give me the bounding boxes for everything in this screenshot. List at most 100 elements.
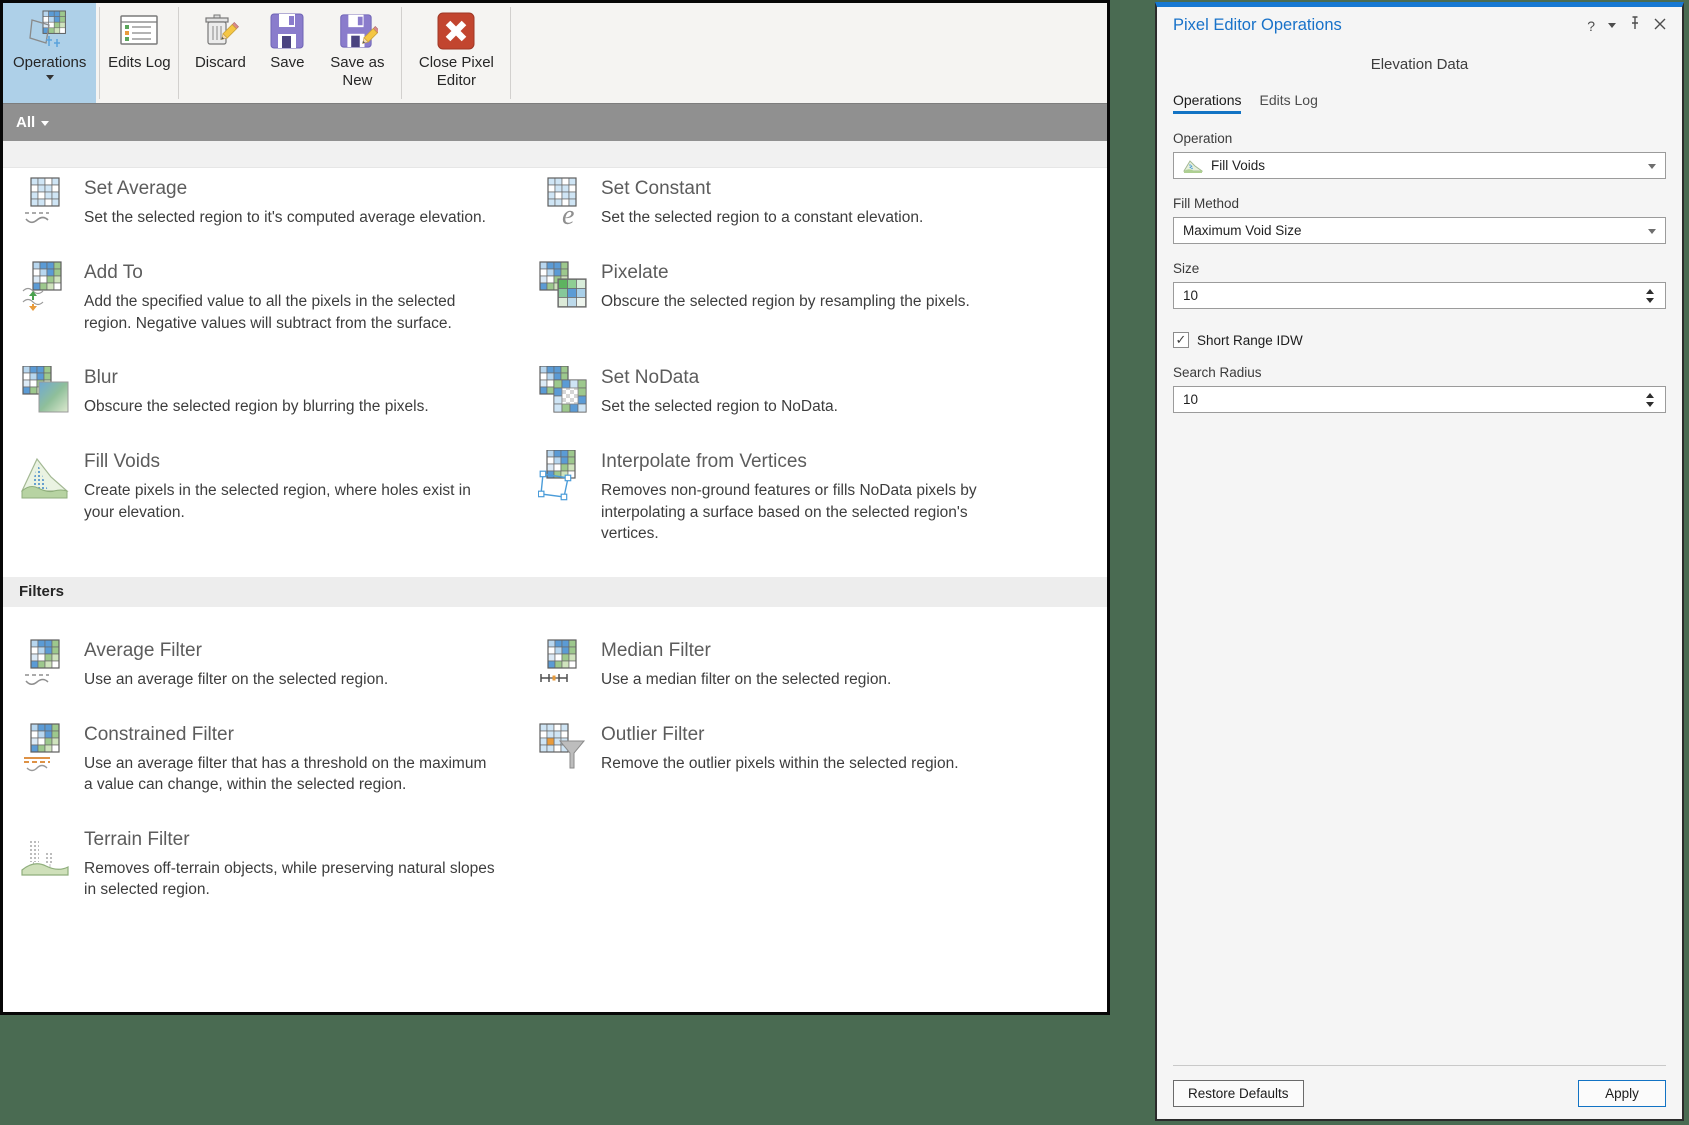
gallery-item-title: Pixelate <box>601 262 669 283</box>
discard-icon <box>199 8 241 54</box>
spinner-up-icon[interactable] <box>1646 288 1654 294</box>
ribbon-edits-log-button[interactable]: Edits Log <box>107 3 171 103</box>
gallery-item-title: Set Constant <box>601 178 711 199</box>
gallery-filter-label: All <box>16 114 36 131</box>
gallery-item-median-filter[interactable]: Median Filter Use a median filter on the… <box>520 638 1107 691</box>
gallery-item-title: Average Filter <box>84 639 202 661</box>
average-filter-icon <box>21 638 71 691</box>
gallery-item-title: Set Average <box>84 178 188 199</box>
gallery-item-interpolate-from-vertices[interactable]: Interpolate from Vertices Removes non-gr… <box>520 449 1107 545</box>
pane-menu-chevron-icon[interactable] <box>1608 23 1616 32</box>
chevron-down-icon <box>1648 163 1656 173</box>
checkmark-icon: ✓ <box>1175 332 1187 347</box>
operations-gallery: Set Average Set the selected region to i… <box>3 168 1107 1012</box>
ribbon-separator <box>178 7 180 99</box>
ribbon-discard-button[interactable]: Discard <box>186 3 254 103</box>
edits-log-icon <box>118 8 160 54</box>
gallery-item-title: Blur <box>84 367 118 388</box>
ribbon-operations-label: Operations <box>13 54 87 71</box>
tab-edits-log[interactable]: Edits Log <box>1259 92 1317 114</box>
desktop-background: Operations Edits Log Discard Save Save a… <box>0 0 1689 1125</box>
gallery-item-desc: Create pixels in the selected region, wh… <box>84 482 471 521</box>
gallery-item-add-to[interactable]: Add To Add the specified value to all th… <box>3 261 520 334</box>
ribbon-save-as-new-button[interactable]: Save as New <box>320 3 394 103</box>
add-to-icon <box>21 261 71 313</box>
close-icon[interactable] <box>1654 17 1666 35</box>
filters-section-label: Filters <box>19 583 65 600</box>
chevron-down-icon <box>1648 228 1656 238</box>
pane-tabs: Operations Edits Log <box>1173 92 1666 114</box>
gallery-group-spacer <box>3 141 1107 168</box>
fill-method-value: Maximum Void Size <box>1183 223 1302 238</box>
pin-icon[interactable] <box>1629 16 1641 35</box>
gallery-item-set-average[interactable]: Set Average Set the selected region to i… <box>3 177 520 229</box>
ribbon-separator <box>99 7 101 99</box>
tab-operations[interactable]: Operations <box>1173 92 1242 114</box>
save-icon <box>266 8 308 54</box>
gallery-item-set-constant[interactable]: e Set Constant Set the selected region t… <box>520 177 1107 231</box>
size-value: 10 <box>1183 288 1199 303</box>
pixel-editor-operations-pane: Pixel Editor Operations ? Elevation Data… <box>1155 2 1684 1121</box>
operation-dropdown[interactable]: Fill Voids <box>1173 152 1666 179</box>
terrain-filter-icon <box>21 828 71 880</box>
gallery-item-set-nodata[interactable]: Set NoData Set the selected region to No… <box>520 365 1107 418</box>
operations-gallery-icon <box>28 8 71 54</box>
gallery-item-title: Fill Voids <box>84 451 161 472</box>
blur-icon <box>21 365 71 418</box>
ribbon-close-pixel-editor-button[interactable]: Close Pixel Editor <box>409 3 503 103</box>
pane-header: Pixel Editor Operations ? <box>1173 16 1666 35</box>
gallery-item-blur[interactable]: Blur Obscure the selected region by blur… <box>3 365 520 418</box>
gallery-item-title: Add To <box>84 262 143 283</box>
gallery-item-desc: Use an average filter that has a thresho… <box>84 754 487 794</box>
ribbon-save-label: Save <box>270 54 305 71</box>
spinner-down-icon[interactable] <box>1646 401 1654 407</box>
ribbon-save-button[interactable]: Save <box>262 3 312 103</box>
short-range-idw-checkbox[interactable]: ✓ <box>1173 332 1189 348</box>
gallery-item-desc: Remove the outlier pixels within the sel… <box>601 754 959 772</box>
gallery-item-desc: Set the selected region to it's computed… <box>84 209 486 226</box>
ribbon-save-as-new-label: Save as New <box>330 54 385 89</box>
apply-button[interactable]: Apply <box>1578 1080 1666 1107</box>
gallery-item-desc: Obscure the selected region by blurring … <box>84 398 429 415</box>
gallery-item-desc: Removes off-terrain objects, while prese… <box>84 859 495 899</box>
set-average-icon <box>21 177 71 229</box>
short-range-idw-label: Short Range IDW <box>1197 332 1303 348</box>
help-icon[interactable]: ? <box>1587 19 1595 33</box>
set-constant-icon: e <box>538 177 588 231</box>
ribbon-close-pixel-editor-label: Close Pixel Editor <box>418 54 494 89</box>
ribbon-toolbar: Operations Edits Log Discard Save Save a… <box>3 3 1107 103</box>
ribbon-discard-label: Discard <box>194 54 246 71</box>
gallery-item-desc: Set the selected region to NoData. <box>601 398 838 415</box>
ribbon-operations-button[interactable]: Operations <box>3 3 97 103</box>
gallery-item-outlier-filter[interactable]: Outlier Filter Remove the outlier pixels… <box>520 722 1107 775</box>
gallery-item-title: Constrained Filter <box>84 723 234 745</box>
gallery-item-fill-voids[interactable]: Fill Voids Create pixels in the selected… <box>3 450 520 523</box>
gallery-filter-bar[interactable]: All <box>3 103 1107 141</box>
gallery-item-terrain-filter[interactable]: Terrain Filter Removes off-terrain objec… <box>3 828 520 901</box>
pane-empty-space <box>1173 413 1666 1065</box>
gallery-item-title: Terrain Filter <box>84 828 190 850</box>
layer-subtitle: Elevation Data <box>1370 56 1469 73</box>
search-radius-spinner[interactable]: 10 <box>1173 386 1666 413</box>
gallery-item-desc: Set the selected region to a constant el… <box>601 209 924 226</box>
fill-voids-icon <box>21 450 71 502</box>
gallery-item-title: Interpolate from Vertices <box>601 451 807 472</box>
gallery-item-average-filter[interactable]: Average Filter Use an average filter on … <box>3 638 520 691</box>
svg-text:e: e <box>562 200 574 229</box>
ribbon-edits-log-label: Edits Log <box>108 54 171 71</box>
gallery-item-constrained-filter[interactable]: Constrained Filter Use an average filter… <box>3 722 520 796</box>
gallery-item-desc: Add the specified value to all the pixel… <box>84 293 456 332</box>
size-label: Size <box>1173 261 1200 276</box>
pane-footer: Restore Defaults Apply <box>1173 1065 1666 1107</box>
spinner-down-icon[interactable] <box>1646 297 1654 303</box>
operations-gallery-window: Operations Edits Log Discard Save Save a… <box>0 0 1110 1015</box>
ribbon-separator <box>401 7 403 99</box>
size-spinner[interactable]: 10 <box>1173 282 1666 309</box>
spinner-up-icon[interactable] <box>1646 392 1654 398</box>
pane-title: Pixel Editor Operations <box>1173 16 1342 34</box>
gallery-item-pixelate[interactable]: Pixelate Obscure the selected region by … <box>520 261 1107 313</box>
fill-method-dropdown[interactable]: Maximum Void Size <box>1173 217 1666 244</box>
restore-defaults-button[interactable]: Restore Defaults <box>1173 1080 1304 1107</box>
search-radius-label: Search Radius <box>1173 365 1262 380</box>
interpolate-from-vertices-icon <box>537 449 588 502</box>
